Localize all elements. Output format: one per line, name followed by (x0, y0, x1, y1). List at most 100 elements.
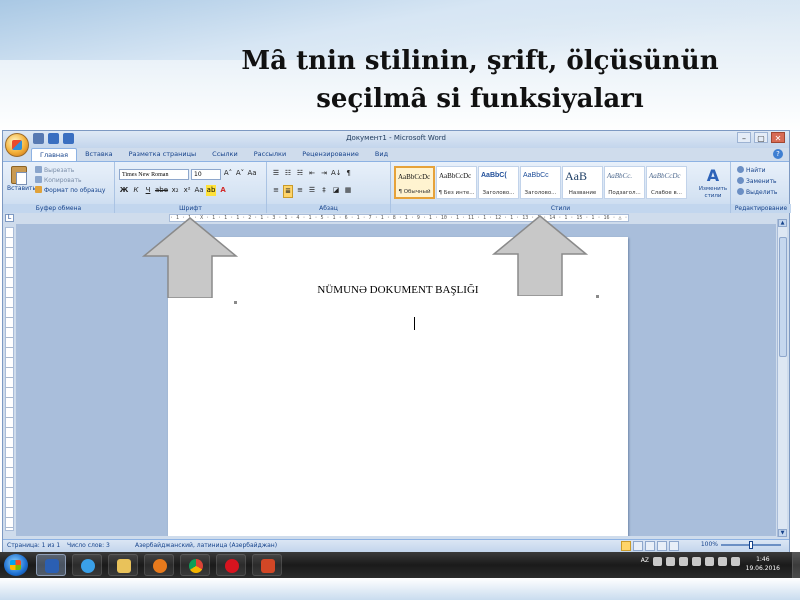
tray-icon[interactable] (692, 557, 701, 566)
volume-icon[interactable] (731, 557, 740, 566)
tab-view[interactable]: Вид (367, 148, 396, 161)
ie-icon[interactable] (72, 554, 102, 576)
style-sample: AaBbC( (481, 172, 507, 179)
close-button[interactable]: ✕ (771, 132, 785, 143)
change-case-button[interactable]: Aa (194, 185, 204, 196)
windows-start-icon[interactable] (4, 554, 28, 576)
underline-button[interactable]: Ч (143, 185, 153, 196)
clear-format-button[interactable]: Aa (247, 168, 257, 179)
bullets-button[interactable]: ☰ (271, 168, 281, 179)
office-button-icon[interactable] (5, 133, 29, 157)
strikethrough-button[interactable]: abe (155, 185, 168, 196)
subscript-button[interactable]: x₂ (170, 185, 180, 196)
style-subtitle[interactable]: AaBbCc. Подзагол... (604, 166, 645, 199)
italic-button[interactable]: К (131, 185, 141, 196)
font-color-button[interactable]: A (218, 185, 228, 196)
style-heading-1[interactable]: AaBbC( Заголово... (478, 166, 519, 199)
full-screen-button[interactable] (633, 541, 643, 551)
media-icon[interactable] (144, 554, 174, 576)
style-sample: AaBbCcDc (649, 172, 681, 180)
clock[interactable]: 1:46 19.06.2016 (746, 555, 780, 573)
group-clipboard: Вставить Вырезать Копировать Формат по о… (3, 162, 115, 213)
tray-icon[interactable] (679, 557, 688, 566)
tab-mailings[interactable]: Рассылки (246, 148, 295, 161)
scroll-thumb[interactable] (779, 237, 787, 357)
sort-button[interactable]: A↓ (331, 168, 342, 179)
line-spacing-button[interactable]: ‡ (319, 185, 329, 198)
increase-indent-button[interactable]: ⇥ (319, 168, 329, 179)
maximize-button[interactable]: ▢ (754, 132, 768, 143)
numbering-button[interactable]: ☷ (283, 168, 293, 179)
zoom-slider[interactable] (721, 540, 781, 549)
style-subtle-emphasis[interactable]: AaBbCcDc Слабое в... (646, 166, 687, 199)
page-count[interactable]: Страница: 1 из 1 (7, 542, 60, 549)
tab-insert[interactable]: Вставка (77, 148, 121, 161)
scroll-up-button[interactable]: ▲ (778, 219, 787, 227)
group-styles: AaBbCcDc ¶ Обычный AaBbCcDc ¶ Без инте..… (391, 162, 731, 213)
multilevel-button[interactable]: ☵ (295, 168, 305, 179)
show-marks-button[interactable]: ¶ (344, 168, 354, 179)
vertical-scrollbar[interactable]: ▲ ▼ (777, 219, 787, 537)
highlight-button[interactable]: ab (206, 185, 217, 196)
style-normal[interactable]: AaBbCcDc ¶ Обычный (394, 166, 435, 199)
tab-references[interactable]: Ссылки (204, 148, 246, 161)
replace-button[interactable]: Заменить (737, 177, 777, 185)
style-title[interactable]: AaB Название (562, 166, 603, 199)
align-right-button[interactable]: ≡ (295, 185, 305, 198)
clock-date: 19.06.2016 (745, 565, 780, 572)
word-count[interactable]: Число слов: 3 (67, 542, 110, 549)
select-button[interactable]: Выделить (737, 188, 777, 196)
powerpoint-icon[interactable] (252, 554, 282, 576)
outline-button[interactable] (657, 541, 667, 551)
change-styles-button[interactable]: A Изменить стили (697, 166, 729, 200)
decrease-indent-button[interactable]: ⇤ (307, 168, 317, 179)
help-icon[interactable]: ? (773, 149, 783, 159)
replace-label: Заменить (746, 178, 777, 185)
style-no-spacing[interactable]: AaBbCcDc ¶ Без инте... (436, 166, 477, 199)
tab-page-layout[interactable]: Разметка страницы (121, 148, 205, 161)
group-paragraph: ☰ ☷ ☵ ⇤ ⇥ A↓ ¶ ≡ ≣ ≡ ☰ ‡ ◪ ▦ Абзац (267, 162, 391, 213)
scroll-down-button[interactable]: ▼ (778, 529, 787, 537)
shading-button[interactable]: ◪ (331, 185, 341, 198)
find-button[interactable]: Найти (737, 166, 765, 174)
tab-review[interactable]: Рецензирование (294, 148, 367, 161)
font-name-dropdown[interactable]: Times New Roman (119, 169, 189, 180)
language-indicator[interactable]: Азербайджанский, латиница (Азербайджан) (135, 542, 277, 549)
opera-icon[interactable] (216, 554, 246, 576)
font-size-dropdown[interactable]: 10 (191, 169, 221, 180)
tray-icon[interactable] (653, 557, 662, 566)
shrink-font-button[interactable]: A˅ (235, 168, 245, 179)
copy-button[interactable]: Копировать (35, 176, 105, 186)
vertical-ruler (5, 227, 14, 531)
tray-icon[interactable] (705, 557, 714, 566)
folder-icon[interactable] (108, 554, 138, 576)
tray-icon[interactable] (666, 557, 675, 566)
network-icon[interactable] (718, 557, 727, 566)
borders-button[interactable]: ▦ (343, 185, 353, 198)
group-editing: Найти Заменить Выделить Редактирование (731, 162, 791, 213)
superscript-button[interactable]: x² (182, 185, 192, 196)
paste-button[interactable]: Вставить (7, 166, 36, 192)
style-name: Подзагол... (608, 190, 641, 196)
chrome-icon[interactable] (180, 554, 210, 576)
language-indicator-tray[interactable]: AZ (641, 557, 649, 566)
style-heading-2[interactable]: AaBbCc Заголово... (520, 166, 561, 199)
print-layout-button[interactable] (621, 541, 631, 551)
word-icon[interactable] (36, 554, 66, 576)
justify-button[interactable]: ☰ (307, 185, 317, 198)
minimize-button[interactable]: – (737, 132, 751, 143)
tab-home[interactable]: Главная (31, 148, 78, 161)
draft-button[interactable] (669, 541, 679, 551)
format-painter-button[interactable]: Формат по образцу (35, 186, 105, 196)
web-layout-button[interactable] (645, 541, 655, 551)
bold-button[interactable]: Ж (119, 185, 129, 196)
window-controls: – ▢ ✕ (737, 132, 785, 143)
align-left-button[interactable]: ≡ (271, 185, 281, 198)
cut-button[interactable]: Вырезать (35, 166, 105, 176)
show-desktop-button[interactable] (792, 552, 800, 578)
zoom-knob[interactable] (749, 540, 753, 549)
tab-selector[interactable]: L (5, 214, 14, 222)
zoom-level[interactable]: 100% (701, 541, 718, 548)
center-button[interactable]: ≣ (283, 185, 293, 198)
grow-font-button[interactable]: A˄ (223, 168, 233, 179)
